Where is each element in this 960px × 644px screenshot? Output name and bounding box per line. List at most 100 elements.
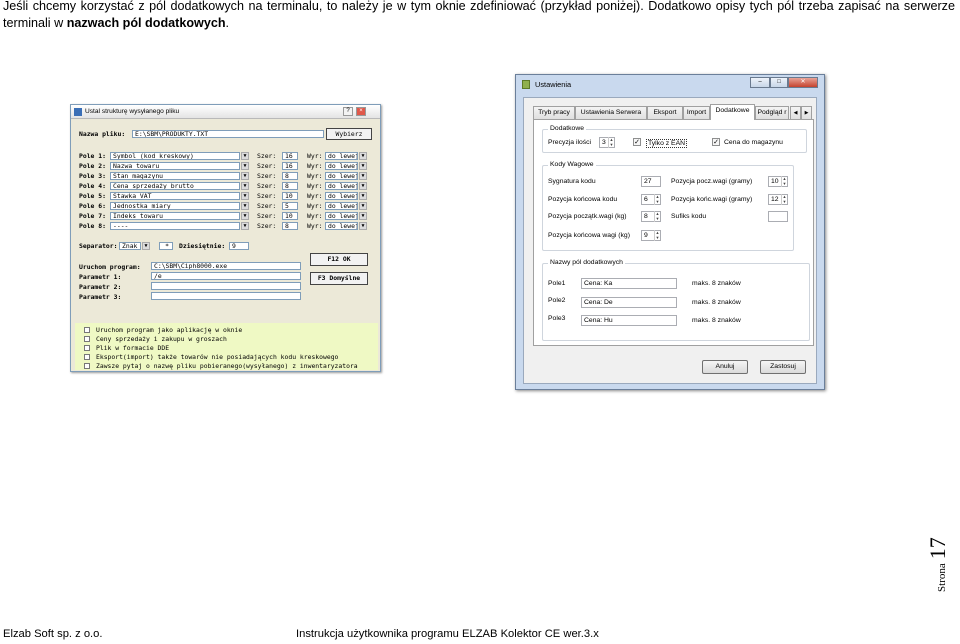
separator-char[interactable]: * bbox=[159, 242, 173, 250]
chevron-down-icon[interactable]: ▼ bbox=[241, 202, 249, 210]
chevron-down-icon[interactable]: ▼ bbox=[359, 172, 367, 180]
weight-end-kg-spin-icon[interactable]: ▲ ▼ bbox=[654, 230, 660, 241]
field-select[interactable]: Indeks towaru bbox=[110, 212, 240, 220]
page-number-block: Strona 17 bbox=[925, 528, 960, 598]
tab-eksport[interactable]: Eksport bbox=[647, 106, 683, 119]
chevron-down-icon[interactable]: ▼ bbox=[241, 152, 249, 160]
size-label: Szer: bbox=[257, 162, 277, 170]
align-select[interactable]: do lewej bbox=[325, 212, 358, 220]
chevron-down-icon[interactable]: ▼ bbox=[241, 192, 249, 200]
param1-label: Parametr 1: bbox=[79, 273, 122, 281]
option-checkbox[interactable] bbox=[84, 336, 90, 342]
align-select[interactable]: do lewej bbox=[325, 152, 358, 160]
chevron-down-icon[interactable]: ▼ bbox=[359, 162, 367, 170]
ok-button[interactable]: F12 OK bbox=[310, 253, 368, 266]
chevron-down-icon[interactable]: ▼ bbox=[359, 152, 367, 160]
align-select[interactable]: do lewej bbox=[325, 202, 358, 210]
field-select[interactable]: Symbol (kod kreskowy) bbox=[110, 152, 240, 160]
code-end-label: Pozycja końcowa kodu bbox=[548, 196, 618, 203]
choose-button[interactable]: Wybierz bbox=[326, 128, 372, 140]
precision-spin-icon[interactable]: ▲ ▼ bbox=[608, 137, 614, 148]
option-checkbox[interactable] bbox=[84, 345, 90, 351]
extra-field-input[interactable]: Cena: Ka bbox=[581, 278, 677, 289]
chevron-down-icon[interactable]: ▼ bbox=[241, 212, 249, 220]
close-icon[interactable]: × bbox=[356, 107, 366, 116]
chevron-down-icon[interactable]: ▼ bbox=[142, 242, 150, 250]
field-select[interactable]: Stan magazynu bbox=[110, 172, 240, 180]
chevron-down-icon[interactable]: ▼ bbox=[241, 162, 249, 170]
align-label: Wyr: bbox=[307, 162, 323, 170]
param1-input[interactable]: /e bbox=[151, 272, 301, 280]
field-select[interactable]: ---- bbox=[110, 222, 240, 230]
field-select[interactable]: Cena sprzedaży brutto bbox=[110, 182, 240, 190]
tab-dodatkowe[interactable]: Dodatkowe bbox=[710, 104, 755, 120]
ean-only-checkbox[interactable]: ✓ bbox=[633, 138, 641, 146]
group-kody-title: Kody Wagowe bbox=[548, 161, 596, 168]
extra-field-max: maks. 8 znaków bbox=[692, 317, 741, 324]
chevron-down-icon[interactable]: ▼ bbox=[359, 192, 367, 200]
code-end-spin-icon[interactable]: ▲ ▼ bbox=[654, 194, 660, 205]
cancel-button[interactable]: Anuluj bbox=[702, 360, 748, 374]
align-select[interactable]: do lewej bbox=[325, 172, 358, 180]
code-suffix-input[interactable] bbox=[768, 211, 788, 222]
weight-start-kg-spin-icon[interactable]: ▲ ▼ bbox=[654, 211, 660, 222]
close-icon[interactable]: ✕ bbox=[788, 77, 818, 88]
run-program-input[interactable]: C:\SBM\Ciph8000.exe bbox=[151, 262, 301, 270]
chevron-down-icon[interactable]: ▼ bbox=[359, 182, 367, 190]
option-checkbox[interactable] bbox=[84, 354, 90, 360]
file-name-input[interactable]: E:\SBM\PRODUKTY.TXT bbox=[132, 130, 324, 138]
align-select[interactable]: do lewej bbox=[325, 162, 358, 170]
option-checkbox[interactable] bbox=[84, 327, 90, 333]
chevron-down-icon[interactable]: ▼ bbox=[359, 222, 367, 230]
field-select[interactable]: Stawka VAT bbox=[110, 192, 240, 200]
maximize-icon[interactable]: □ bbox=[770, 77, 788, 88]
chevron-down-icon[interactable]: ▼ bbox=[241, 222, 249, 230]
param2-input[interactable] bbox=[151, 282, 301, 290]
field-select[interactable]: Nazwa towaru bbox=[110, 162, 240, 170]
tab-scroll-left-icon[interactable]: ◀ bbox=[790, 106, 801, 119]
size-input[interactable]: 5 bbox=[282, 202, 298, 210]
align-label: Wyr: bbox=[307, 222, 323, 230]
store-price-checkbox[interactable]: ✓ bbox=[712, 138, 720, 146]
option-label: Plik w formacie DDE bbox=[96, 344, 170, 352]
chevron-down-icon[interactable]: ▼ bbox=[359, 202, 367, 210]
decimals-input[interactable]: 9 bbox=[229, 242, 249, 250]
tab-podglad[interactable]: Podgląd r bbox=[755, 106, 789, 119]
page-word: Strona bbox=[936, 563, 948, 592]
chevron-down-icon[interactable]: ▼ bbox=[241, 172, 249, 180]
size-input[interactable]: 16 bbox=[282, 152, 298, 160]
param3-input[interactable] bbox=[151, 292, 301, 300]
option-label: Ceny sprzedaży i zakupu w groszach bbox=[96, 335, 227, 343]
tab-import[interactable]: Import bbox=[683, 106, 710, 119]
apply-button[interactable]: Zastosuj bbox=[760, 360, 806, 374]
help-icon[interactable]: ? bbox=[343, 107, 353, 116]
size-input[interactable]: 8 bbox=[282, 222, 298, 230]
extra-field-input[interactable]: Cena: Hu bbox=[581, 315, 677, 326]
extra-field-input[interactable]: Cena: De bbox=[581, 297, 677, 308]
separator-select[interactable]: Znak bbox=[119, 242, 141, 250]
weight-end-g-spin-icon[interactable]: ▲ ▼ bbox=[781, 194, 787, 205]
size-input[interactable]: 10 bbox=[282, 212, 298, 220]
size-label: Szer: bbox=[257, 192, 277, 200]
size-input[interactable]: 10 bbox=[282, 192, 298, 200]
chevron-down-icon[interactable]: ▼ bbox=[241, 182, 249, 190]
intro-paragraph: Jeśli chcemy korzystać z pól dodatkowych… bbox=[3, 0, 955, 32]
code-signature-input[interactable]: 27 bbox=[641, 176, 661, 187]
weight-start-g-spin-icon[interactable]: ▲ ▼ bbox=[781, 176, 787, 187]
option-checkbox[interactable] bbox=[84, 363, 90, 369]
field-select[interactable]: Jednostka miary bbox=[110, 202, 240, 210]
align-select[interactable]: do lewej bbox=[325, 182, 358, 190]
size-input[interactable]: 16 bbox=[282, 162, 298, 170]
size-label: Szer: bbox=[257, 152, 277, 160]
tab-tryb-pracy[interactable]: Tryb pracy bbox=[533, 106, 575, 119]
chevron-down-icon[interactable]: ▼ bbox=[359, 212, 367, 220]
minimize-icon[interactable]: ‒ bbox=[750, 77, 770, 88]
align-select[interactable]: do lewej bbox=[325, 222, 358, 230]
tab-scroll-right-icon[interactable]: ▶ bbox=[801, 106, 812, 119]
defaults-button[interactable]: F3 Domyślne bbox=[310, 272, 368, 285]
size-input[interactable]: 8 bbox=[282, 182, 298, 190]
extra-field-label: Pole1 bbox=[548, 280, 566, 287]
tab-ustawienia-serwera[interactable]: Ustawienia Serwera bbox=[575, 106, 647, 119]
align-select[interactable]: do lewej bbox=[325, 192, 358, 200]
size-input[interactable]: 8 bbox=[282, 172, 298, 180]
